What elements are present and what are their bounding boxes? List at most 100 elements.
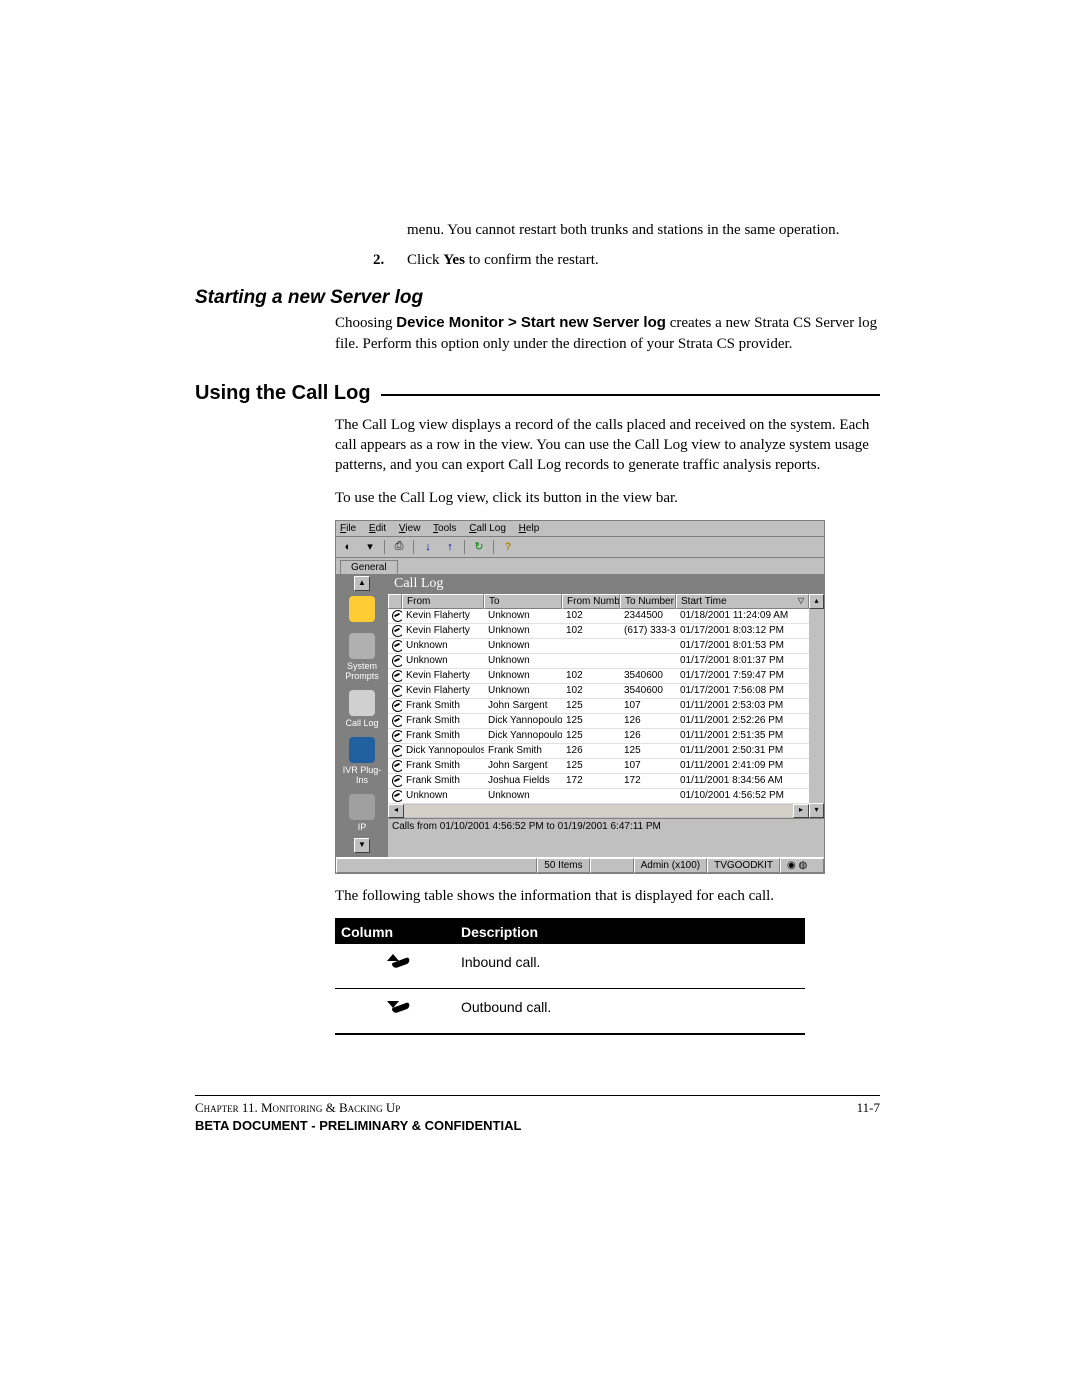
tool-new-icon[interactable]: ◐ [340, 539, 356, 555]
call-direction-icon [388, 714, 402, 728]
prompts-icon [349, 633, 375, 659]
call-direction-icon [388, 789, 402, 803]
scroll-right-icon[interactable]: ▸ [793, 804, 809, 818]
table-row[interactable]: Kevin FlahertyUnknown102354060001/17/200… [388, 684, 809, 699]
cell-to-number: 126 [620, 714, 676, 728]
para-call-log-2: To use the Call Log view, click its butt… [335, 488, 880, 508]
tab-general[interactable]: General [340, 560, 398, 574]
cell-to: Unknown [484, 789, 562, 803]
step-2: 2. Click Yes to confirm the restart. [373, 252, 880, 269]
menu-view[interactable]: View [399, 523, 421, 534]
menu-edit[interactable]: Edit [369, 523, 386, 534]
sort-icon: ▽ [798, 596, 804, 605]
th-description: Description [461, 924, 538, 940]
tool-refresh-icon[interactable]: ↻ [471, 539, 487, 555]
sidebar-item-call-log[interactable]: Call Log [340, 690, 384, 728]
grid-info: Calls from 01/10/2001 4:56:52 PM to 01/1… [388, 818, 824, 834]
outbound-call-icon [389, 997, 413, 1017]
status-tray-icon[interactable]: ◉ ◍ [780, 858, 824, 873]
t: Click [407, 252, 443, 268]
label: Call Log [345, 718, 378, 728]
call-direction-icon [388, 624, 402, 638]
cell-from-number: 125 [562, 729, 620, 743]
tool-print-icon[interactable]: ⎙ [391, 539, 407, 555]
page-footer: Chapter 11. Monitoring & Backing Up 11-7… [195, 1095, 880, 1133]
scroll-left-icon[interactable]: ◂ [388, 804, 404, 818]
cell-from-number: 125 [562, 759, 620, 773]
table-row[interactable]: Frank SmithJoshua Fields17217201/11/2001… [388, 774, 809, 789]
cell-from: Kevin Flaherty [402, 609, 484, 623]
cell-from: Frank Smith [402, 774, 484, 788]
label: System Prompts [345, 661, 379, 681]
call-direction-icon [388, 699, 402, 713]
table-row[interactable]: Frank SmithDick Yannopoulos12512601/11/2… [388, 729, 809, 744]
tool-up-icon[interactable]: ↑ [442, 539, 458, 555]
cell-start-time: 01/11/2001 2:53:03 PM [676, 699, 809, 713]
call-log-screenshot: File Edit View Tools Call Log Help ◐ ▾ ⎙… [335, 520, 825, 874]
cell-start-time: 01/11/2001 2:52:26 PM [676, 714, 809, 728]
call-direction-icon [388, 684, 402, 698]
label: IVR Plug-Ins [343, 765, 382, 785]
v-scrollbar[interactable]: ▴ ▾ [809, 594, 824, 818]
cell-from: Frank Smith [402, 729, 484, 743]
view-title: Call Log [388, 574, 824, 594]
table-row[interactable]: UnknownUnknown01/17/2001 8:01:53 PM [388, 639, 809, 654]
sidebar-item-system-prompts[interactable]: System Prompts [340, 633, 384, 681]
col-icon[interactable] [388, 594, 402, 609]
sidebar-up-icon[interactable]: ▲ [354, 576, 370, 591]
scroll-down-icon[interactable]: ▾ [809, 803, 824, 818]
table-row[interactable]: Dick YannopoulosFrank Smith12612501/11/2… [388, 744, 809, 759]
menu-tools[interactable]: Tools [433, 523, 456, 534]
cell-from-number: 172 [562, 774, 620, 788]
cell-from-number [562, 654, 620, 668]
menu-help[interactable]: Help [519, 523, 540, 534]
scroll-up-icon[interactable]: ▴ [809, 594, 824, 609]
sidebar-item-unnamed[interactable] [340, 596, 384, 624]
col-to[interactable]: To [484, 594, 562, 609]
sidebar-item-ip[interactable]: IP [340, 794, 384, 832]
table-row[interactable]: Frank SmithDick Yannopoulos12512601/11/2… [388, 714, 809, 729]
heading-call-log-row: Using the Call Log [195, 382, 880, 405]
sidebar-down-icon[interactable]: ▼ [354, 838, 370, 853]
call-direction-icon [388, 654, 402, 668]
call-direction-icon [388, 609, 402, 623]
table-row[interactable]: Frank SmithJohn Sargent12510701/11/2001 … [388, 699, 809, 714]
cell-start-time: 01/17/2001 7:56:08 PM [676, 684, 809, 698]
cell-from: Kevin Flaherty [402, 684, 484, 698]
para-call-log-1: The Call Log view displays a record of t… [335, 415, 880, 476]
cell-start-time: 01/11/2001 2:50:31 PM [676, 744, 809, 758]
table-row[interactable]: UnknownUnknown01/10/2001 4:56:52 PM [388, 789, 809, 804]
h-scrollbar[interactable]: ◂ ▸ [388, 804, 809, 818]
tool-help-icon[interactable]: ? [500, 539, 516, 555]
call-direction-icon [388, 774, 402, 788]
cell-from-number: 125 [562, 714, 620, 728]
tool-down-icon[interactable]: ↓ [420, 539, 436, 555]
cell-to-number: 3540600 [620, 669, 676, 683]
grid-header[interactable]: From To From Number To Number Start Time… [388, 594, 809, 609]
cell-start-time: 01/18/2001 11:24:09 AM [676, 609, 809, 623]
para-server-log: Choosing Device Monitor > Start new Serv… [335, 313, 880, 354]
footer-chapter: Chapter 11. Monitoring & Backing Up [195, 1100, 400, 1116]
step-text: Click Yes to confirm the restart. [407, 252, 880, 269]
tool-dropdown-icon[interactable]: ▾ [362, 539, 378, 555]
t: to confirm the restart. [465, 252, 599, 268]
col-start-time[interactable]: Start Time ▽ [676, 594, 809, 609]
col-from-number[interactable]: From Number [562, 594, 620, 609]
cell-to-number: 2344500 [620, 609, 676, 623]
cell-to: Unknown [484, 624, 562, 638]
table-row[interactable]: Frank SmithJohn Sargent12510701/11/2001 … [388, 759, 809, 774]
menu-file[interactable]: File [340, 523, 356, 534]
table-row[interactable]: UnknownUnknown01/17/2001 8:01:37 PM [388, 654, 809, 669]
col-from[interactable]: From [402, 594, 484, 609]
cell-start-time: 01/17/2001 8:01:37 PM [676, 654, 809, 668]
col-to-number[interactable]: To Number [620, 594, 676, 609]
table-row[interactable]: Kevin FlahertyUnknown102354060001/17/200… [388, 669, 809, 684]
cell-to: Unknown [484, 639, 562, 653]
sidebar-item-ivr[interactable]: IVR Plug-Ins [340, 737, 384, 785]
menu-calllog[interactable]: Call Log [469, 523, 506, 534]
table-row[interactable]: Kevin FlahertyUnknown102(617) 333-34501/… [388, 624, 809, 639]
table-row[interactable]: Kevin FlahertyUnknown102234450001/18/200… [388, 609, 809, 624]
toolbar: ◐ ▾ ⎙ ↓ ↑ ↻ ? [336, 537, 824, 558]
menubar[interactable]: File Edit View Tools Call Log Help [336, 521, 824, 537]
cell-from-number: 102 [562, 624, 620, 638]
